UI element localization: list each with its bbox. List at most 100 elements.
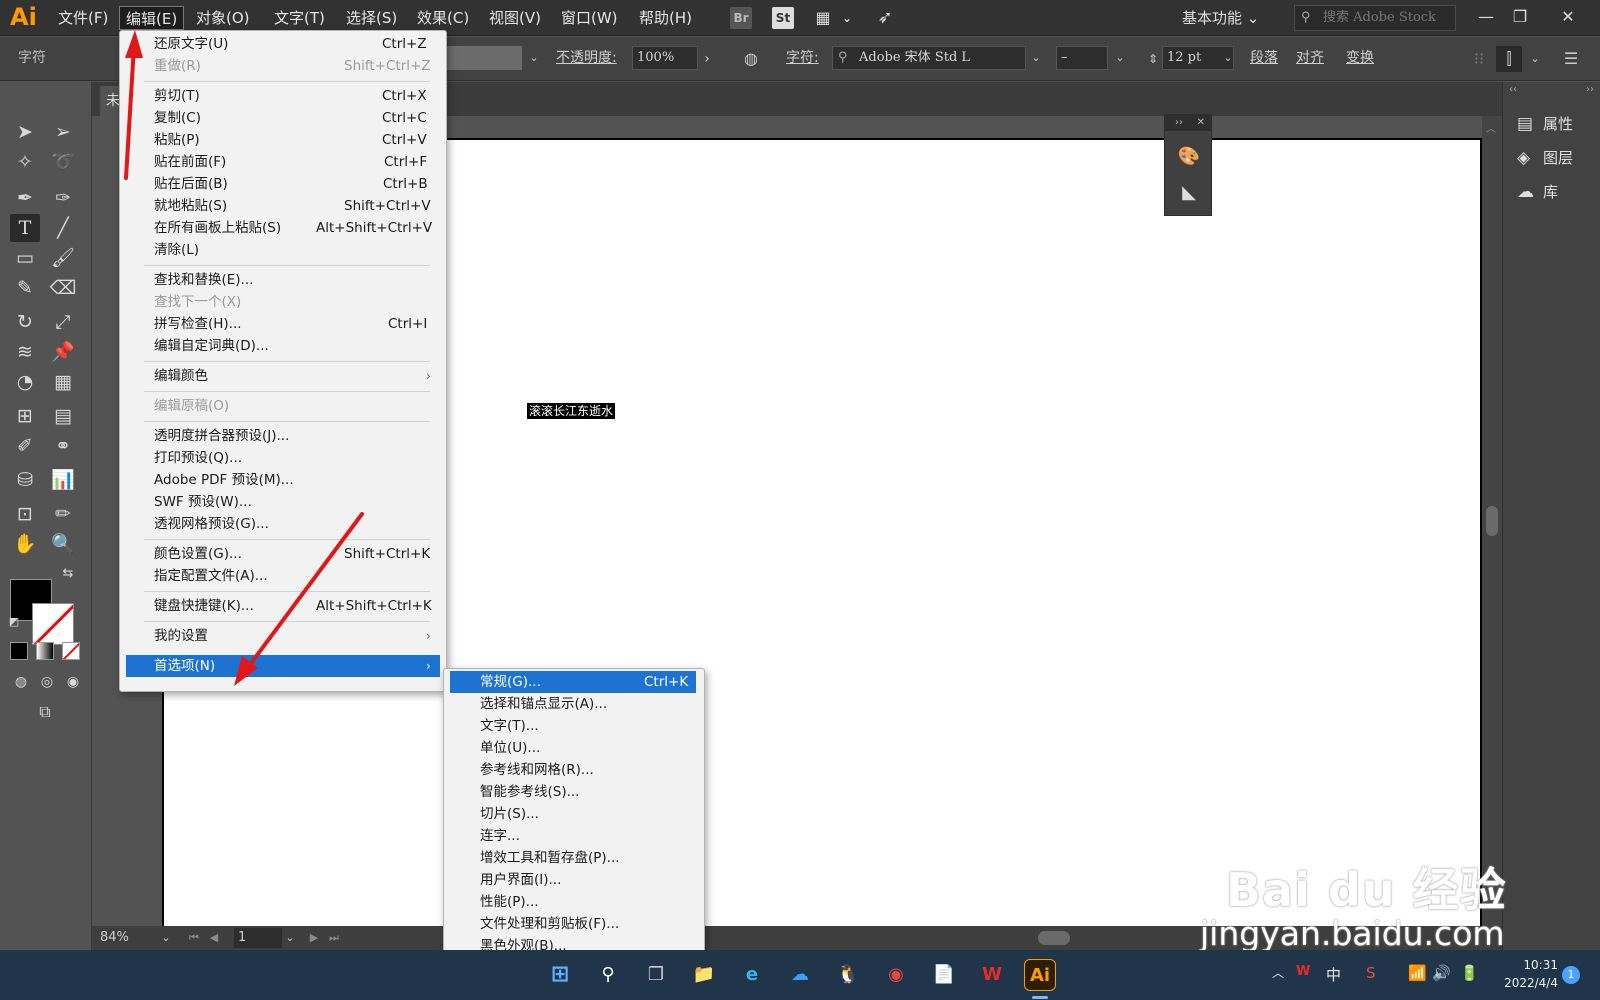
bridge-icon[interactable]: Br <box>730 7 752 29</box>
chevron-down-icon[interactable]: ⌄ <box>1110 46 1130 70</box>
menu-item-clear[interactable]: 清除(L) <box>120 239 446 261</box>
chevron-down-icon[interactable]: ⌄ <box>282 928 298 948</box>
grid-icon[interactable]: ⁝⁝ <box>1466 46 1492 72</box>
wps-tray-icon[interactable]: W <box>1296 964 1310 979</box>
menu-item-paste-all-artboards[interactable]: 在所有画板上粘贴(S) Alt+Shift+Ctrl+V <box>120 217 446 239</box>
color-palette-icon[interactable]: 🎨 <box>1177 145 1201 169</box>
swap-colors-icon[interactable]: ⇆ <box>58 560 78 588</box>
zoom-tool-icon[interactable]: 🔍 <box>48 530 78 558</box>
wifi-icon[interactable]: 📶 <box>1408 964 1427 982</box>
selected-text-object[interactable]: 滚滚长江东逝水 <box>527 403 616 419</box>
baidu-netdisk-icon[interactable]: ☁ <box>784 959 816 991</box>
menu-item-general[interactable]: 常规(G)... Ctrl+K <box>450 671 696 693</box>
chevron-up-icon[interactable]: ︿ <box>1486 120 1496 135</box>
direct-selection-tool-icon[interactable]: ➢ <box>48 118 78 146</box>
menu-item-my-settings[interactable]: 我的设置 › <box>120 625 446 647</box>
column-graph-icon[interactable]: 📊 <box>48 466 78 494</box>
rectangle-tool-icon[interactable]: ▭ <box>10 244 40 272</box>
menu-item-redo[interactable]: 重做(R) Shift+Ctrl+Z <box>120 55 446 77</box>
edge-browser-icon[interactable]: e <box>736 959 768 991</box>
symbol-sprayer-icon[interactable]: ⛁ <box>10 466 40 494</box>
panel-menu-icon[interactable]: ☰ <box>1558 46 1584 72</box>
chevron-down-icon[interactable]: ⌄ <box>1522 46 1548 72</box>
menu-item-guides-grid[interactable]: 参考线和网格(R)... <box>444 759 704 781</box>
menu-object[interactable]: 对象(O) <box>190 6 256 30</box>
pen-tool-icon[interactable]: ✒ <box>10 184 40 212</box>
hand-tool-icon[interactable]: ✋ <box>10 530 40 558</box>
libraries-panel-tab[interactable]: ☁ 库 <box>1517 178 1558 206</box>
rotate-tool-icon[interactable]: ↻ <box>10 308 40 336</box>
mesh-tool-icon[interactable]: ⊞ <box>10 402 40 430</box>
shaper-tool-icon[interactable]: ✎ <box>10 274 40 302</box>
chevron-down-icon[interactable]: ⌄ <box>524 46 544 70</box>
lasso-icon[interactable]: ➰ <box>48 148 78 176</box>
menu-item-hyphenation[interactable]: 连字... <box>444 825 704 847</box>
eyedropper-icon[interactable]: ✐ <box>10 432 40 460</box>
chevron-down-icon[interactable]: ⌄ <box>1218 46 1238 70</box>
menu-item-preferences[interactable]: 首选项(N) › <box>126 655 440 677</box>
menu-help[interactable]: 帮助(H) <box>633 6 698 30</box>
stock-search-input[interactable]: ⚲ 搜索 Adobe Stock <box>1294 5 1456 31</box>
paintbrush-icon[interactable]: 🖌 <box>48 244 78 272</box>
text-wrap-icon[interactable]: ⫿ <box>1496 46 1522 72</box>
font-style-input[interactable]: – <box>1056 46 1108 70</box>
paragraph-link[interactable]: 段落 <box>1250 47 1278 69</box>
font-family-input[interactable]: ⚲ Adobe 宋体 Std L <box>832 46 1026 70</box>
chevron-down-icon[interactable]: ⌄ <box>1026 46 1046 70</box>
stroke-color-swatch[interactable] <box>32 603 74 645</box>
screen-mode-icon[interactable]: ⧉ <box>30 698 60 726</box>
notepad-icon[interactable]: 📄 <box>928 959 960 991</box>
volume-icon[interactable]: 🔊 <box>1432 964 1451 982</box>
menu-type[interactable]: 文字(T) <box>268 6 331 30</box>
menu-item-perspective-presets[interactable]: 透视网格预设(G)... <box>120 513 446 535</box>
vertical-scroll-thumb[interactable] <box>1486 506 1498 536</box>
puppet-warp-icon[interactable]: 📌 <box>48 338 78 366</box>
artboard-tool-icon[interactable]: ⊡ <box>10 500 40 528</box>
slice-tool-icon[interactable]: ✏ <box>48 500 78 528</box>
selection-tool-icon[interactable]: ➤ <box>10 118 40 146</box>
illustrator-taskbar-icon[interactable]: Ai <box>1024 959 1056 991</box>
width-tool-icon[interactable]: ≋ <box>10 338 40 366</box>
menu-item-user-interface[interactable]: 用户界面(I)... <box>444 869 704 891</box>
menu-item-edit-original[interactable]: 编辑原稿(O) <box>120 395 446 417</box>
menu-item-pdf-presets[interactable]: Adobe PDF 预设(M)... <box>120 469 446 491</box>
menu-item-flattener-presets[interactable]: 透明度拼合器预设(J)... <box>120 425 446 447</box>
workspace-switcher[interactable]: 基本功能 ⌄ <box>1182 6 1259 30</box>
gradient-mode-swatch[interactable] <box>36 642 54 660</box>
chevron-right-icon[interactable]: › <box>694 46 720 72</box>
input-method-indicator[interactable]: 中 <box>1326 964 1341 985</box>
color-mode-swatch[interactable] <box>10 642 28 660</box>
system-clock[interactable]: 10:31 2022/4/4 <box>1498 956 1558 992</box>
menu-item-undo[interactable]: 还原文字(U) Ctrl+Z <box>120 33 446 55</box>
menu-item-keyboard-shortcuts[interactable]: 键盘快捷键(K)... Alt+Shift+Ctrl+K <box>120 595 446 617</box>
collapse-icon[interactable]: ‹‹ <box>1509 84 1517 95</box>
menu-item-type-prefs[interactable]: 文字(T)... <box>444 715 704 737</box>
first-artboard-icon[interactable]: ⏮ <box>186 928 202 948</box>
stock-icon[interactable]: St <box>772 7 794 29</box>
gradient-tool-icon[interactable]: ▤ <box>48 402 78 430</box>
chevron-up-icon[interactable]: ︿ <box>1272 964 1284 981</box>
menu-item-paste-in-place[interactable]: 就地粘贴(S) Shift+Ctrl+V <box>120 195 446 217</box>
color-guide-icon[interactable]: ◣ <box>1177 181 1201 205</box>
menu-window[interactable]: 窗口(W) <box>555 6 624 30</box>
magic-wand-icon[interactable]: ✧ <box>10 148 40 176</box>
restore-button[interactable]: ❐ <box>1506 4 1534 30</box>
menu-item-performance[interactable]: 性能(P)... <box>444 891 704 913</box>
properties-panel-tab[interactable]: ▤ 属性 <box>1517 110 1573 138</box>
menu-item-find-next[interactable]: 查找下一个(X) <box>120 291 446 313</box>
menu-item-paste[interactable]: 粘贴(P) Ctrl+V <box>120 129 446 151</box>
align-link[interactable]: 对齐 <box>1296 47 1324 69</box>
horizontal-scroll-thumb[interactable] <box>1038 931 1070 945</box>
opacity-label[interactable]: 不透明度: <box>556 47 617 69</box>
menu-file[interactable]: 文件(F) <box>52 6 114 30</box>
previous-artboard-icon[interactable]: ◀ <box>206 928 222 948</box>
file-explorer-icon[interactable]: 📁 <box>688 959 720 991</box>
default-colors-icon[interactable]: ◩ <box>4 608 24 636</box>
character-label[interactable]: 字符: <box>786 47 819 69</box>
recolor-artwork-icon[interactable]: ◍ <box>738 46 764 72</box>
next-artboard-icon[interactable]: ▶ <box>306 928 322 948</box>
sogou-input-icon[interactable]: S <box>1366 964 1376 982</box>
qq-icon[interactable]: 🐧 <box>832 959 864 991</box>
menu-edit[interactable]: 编辑(E) <box>119 6 185 30</box>
menu-item-smart-guides[interactable]: 智能参考线(S)... <box>444 781 704 803</box>
